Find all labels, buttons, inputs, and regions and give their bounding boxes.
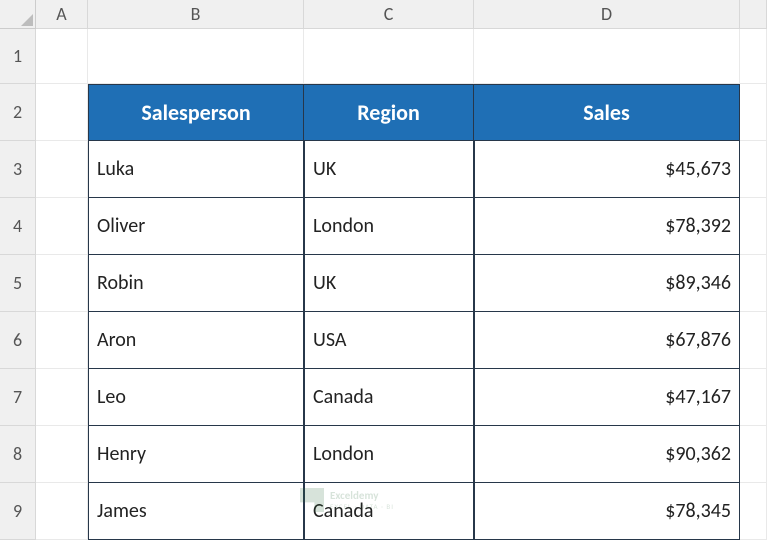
cell-E2[interactable] [740, 84, 767, 141]
cell-E9[interactable] [740, 483, 767, 540]
table-row[interactable]: Canada [304, 483, 474, 540]
row-header-1[interactable]: 1 [0, 29, 36, 84]
cell-D1[interactable] [474, 29, 740, 84]
table-header-region[interactable]: Region [304, 84, 474, 141]
table-header-salesperson[interactable]: Salesperson [88, 84, 304, 141]
cell-C1[interactable] [304, 29, 474, 84]
row-header-6[interactable]: 6 [0, 312, 36, 369]
col-header-A[interactable]: A [36, 0, 88, 29]
cell-A8[interactable] [36, 426, 88, 483]
cell-A6[interactable] [36, 312, 88, 369]
cell-A4[interactable] [36, 198, 88, 255]
col-header-E[interactable] [740, 0, 767, 29]
select-all-triangle-icon [21, 14, 33, 26]
table-row[interactable]: London [304, 198, 474, 255]
cell-E1[interactable] [740, 29, 767, 84]
col-header-D[interactable]: D [474, 0, 740, 29]
cell-A9[interactable] [36, 483, 88, 540]
row-header-4[interactable]: 4 [0, 198, 36, 255]
table-row[interactable]: UK [304, 255, 474, 312]
table-row[interactable]: USA [304, 312, 474, 369]
table-row[interactable]: Aron [88, 312, 304, 369]
cell-E4[interactable] [740, 198, 767, 255]
cell-B1[interactable] [88, 29, 304, 84]
table-row[interactable]: $47,167 [474, 369, 740, 426]
table-row[interactable]: Henry [88, 426, 304, 483]
table-row[interactable]: $78,392 [474, 198, 740, 255]
spreadsheet-grid: A B C D 1 2 Salesperson Region Sales 3 L… [0, 0, 767, 543]
cell-E8[interactable] [740, 426, 767, 483]
cell-E5[interactable] [740, 255, 767, 312]
table-row[interactable]: Robin [88, 255, 304, 312]
select-all-cell[interactable] [0, 0, 36, 29]
cell-A1[interactable] [36, 29, 88, 84]
table-row[interactable]: Luka [88, 141, 304, 198]
table-row[interactable]: James [88, 483, 304, 540]
table-row[interactable]: Oliver [88, 198, 304, 255]
cell-E7[interactable] [740, 369, 767, 426]
cell-E6[interactable] [740, 312, 767, 369]
cell-A7[interactable] [36, 369, 88, 426]
cell-A3[interactable] [36, 141, 88, 198]
cell-A2[interactable] [36, 84, 88, 141]
table-row[interactable]: $78,345 [474, 483, 740, 540]
col-header-C[interactable]: C [304, 0, 474, 29]
table-row[interactable]: $45,673 [474, 141, 740, 198]
row-header-8[interactable]: 8 [0, 426, 36, 483]
table-header-sales[interactable]: Sales [474, 84, 740, 141]
table-row[interactable]: Canada [304, 369, 474, 426]
cell-E3[interactable] [740, 141, 767, 198]
table-row[interactable]: London [304, 426, 474, 483]
table-row[interactable]: $90,362 [474, 426, 740, 483]
row-header-5[interactable]: 5 [0, 255, 36, 312]
row-header-7[interactable]: 7 [0, 369, 36, 426]
row-header-9[interactable]: 9 [0, 483, 36, 540]
row-header-2[interactable]: 2 [0, 84, 36, 141]
table-row[interactable]: Leo [88, 369, 304, 426]
cell-A5[interactable] [36, 255, 88, 312]
table-row[interactable]: UK [304, 141, 474, 198]
table-row[interactable]: $89,346 [474, 255, 740, 312]
col-header-B[interactable]: B [88, 0, 304, 29]
row-header-3[interactable]: 3 [0, 141, 36, 198]
table-row[interactable]: $67,876 [474, 312, 740, 369]
